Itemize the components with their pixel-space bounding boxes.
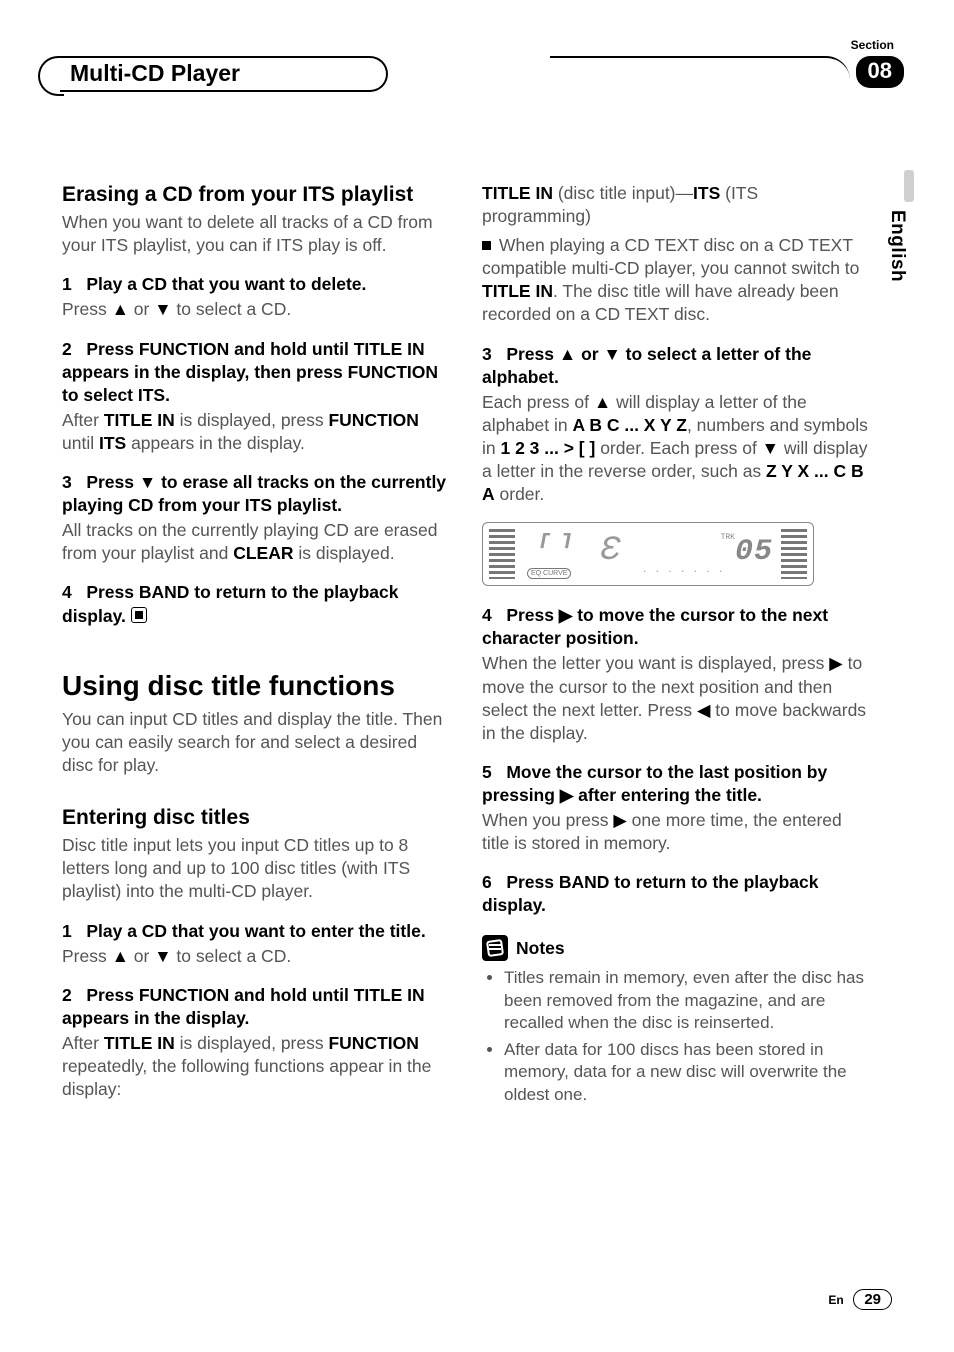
header-decor-curve — [550, 56, 850, 90]
right-icon: ▶ — [559, 605, 572, 625]
lcd-right-bars-icon — [781, 529, 807, 579]
right-step3-body: Each press of ▲ will display a letter of… — [482, 391, 870, 506]
footer-lang: En — [828, 1293, 843, 1307]
list-item: Titles remain in memory, even after the … — [504, 967, 870, 1034]
list-item: After data for 100 discs has been stored… — [504, 1039, 870, 1106]
notes-heading: Notes — [482, 935, 870, 961]
down-icon: ▼ — [762, 438, 779, 458]
down-icon: ▼ — [154, 946, 171, 966]
erase-step2-head: 2 Press FUNCTION and hold until TITLE IN… — [62, 338, 450, 407]
enter-step2-head: 2 Press FUNCTION and hold until TITLE IN… — [62, 984, 450, 1030]
right-step5-head: 5 Move the cursor to the last position b… — [482, 761, 870, 807]
left-icon: ◀ — [697, 700, 710, 720]
up-icon: ▲ — [112, 946, 129, 966]
right-step4-head: 4 Press ▶ to move the cursor to the next… — [482, 604, 870, 650]
end-section-icon — [131, 607, 147, 623]
erase-intro: When you want to delete all tracks of a … — [62, 211, 450, 257]
erase-step3-head: 3 Press ▼ to erase all tracks on the cur… — [62, 471, 450, 517]
enter-step1-head: 1 Play a CD that you want to enter the t… — [62, 920, 450, 943]
down-icon: ▼ — [139, 472, 156, 492]
page-footer: En 29 — [828, 1289, 892, 1310]
erase-step1-body: Press ▲ or ▼ to select a CD. — [62, 298, 450, 321]
right-icon: ▶ — [829, 653, 842, 673]
chapter-tab: Multi-CD Player — [60, 56, 388, 92]
erase-step4-head: 4 Press BAND to return to the playback d… — [62, 581, 450, 627]
page-header: Section 08 Multi-CD Player — [40, 36, 954, 96]
language-tab: English — [886, 210, 908, 282]
down-icon: ▼ — [603, 344, 620, 364]
cdtext-note: When playing a CD TEXT disc on a CD TEXT… — [482, 234, 870, 326]
right-step5-body: When you press ▶ one more time, the ente… — [482, 809, 870, 855]
language-indicator-bar — [904, 170, 914, 202]
section-label: Section — [851, 38, 894, 52]
lcd-display-illustration: EQ CURVE ⸢⸣ Ɛ . . . . . . . TRK05 — [482, 522, 814, 586]
right-step6-head: 6 Press BAND to return to the playback d… — [482, 871, 870, 917]
entering-intro: Disc title input lets you input CD title… — [62, 834, 450, 903]
right-column: TITLE IN (disc title input)—ITS (ITS pro… — [482, 182, 870, 1110]
up-icon: ▲ — [112, 299, 129, 319]
right-icon: ▶ — [560, 785, 573, 805]
title-in-line: TITLE IN (disc title input)—ITS (ITS pro… — [482, 182, 870, 228]
lcd-left-bars-icon — [489, 529, 515, 579]
notes-label: Notes — [516, 937, 565, 960]
lcd-track: TRK05 — [721, 533, 773, 573]
down-icon: ▼ — [154, 299, 171, 319]
notes-list: Titles remain in memory, even after the … — [482, 967, 870, 1106]
erase-step2-body: After TITLE IN is displayed, press FUNCT… — [62, 409, 450, 455]
left-column: Erasing a CD from your ITS playlist When… — [62, 182, 450, 1110]
enter-step1-body: Press ▲ or ▼ to select a CD. — [62, 945, 450, 968]
erase-step1-head: 1 Play a CD that you want to delete. — [62, 273, 450, 296]
heading-using: Using disc title functions — [62, 670, 450, 702]
right-step3-head: 3 Press ▲ or ▼ to select a letter of the… — [482, 343, 870, 389]
chapter-title: Multi-CD Player — [66, 58, 386, 87]
notes-icon — [482, 935, 508, 961]
heading-entering: Entering disc titles — [62, 805, 450, 830]
using-intro: You can input CD titles and display the … — [62, 708, 450, 777]
footer-page-number: 29 — [853, 1289, 892, 1310]
heading-erase: Erasing a CD from your ITS playlist — [62, 182, 450, 207]
up-icon: ▲ — [559, 344, 576, 364]
section-number-badge: 08 — [856, 56, 904, 88]
enter-step2-body: After TITLE IN is displayed, press FUNCT… — [62, 1032, 450, 1101]
right-step4-body: When the letter you want is displayed, p… — [482, 652, 870, 744]
up-icon: ▲ — [594, 392, 611, 412]
square-bullet-icon — [482, 241, 491, 250]
lcd-dots: . . . . . . . — [643, 561, 725, 577]
lcd-char-glyph: ⸢⸣ Ɛ — [533, 529, 623, 574]
content-columns: Erasing a CD from your ITS playlist When… — [62, 182, 882, 1110]
right-icon: ▶ — [613, 810, 626, 830]
erase-step3-body: All tracks on the currently playing CD a… — [62, 519, 450, 565]
